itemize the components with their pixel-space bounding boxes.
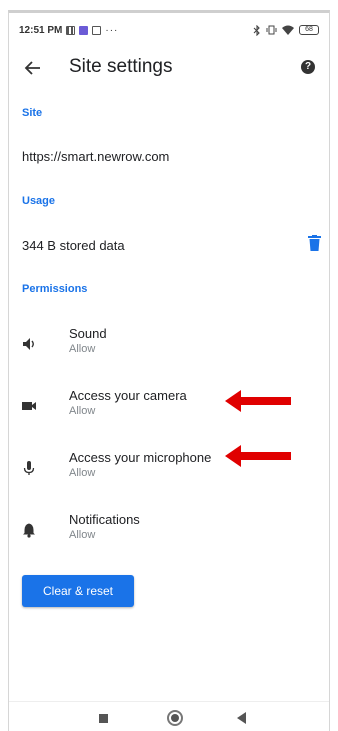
wifi-icon (282, 25, 294, 35)
clear-reset-button[interactable]: Clear & reset (22, 575, 134, 607)
microphone-icon (23, 461, 35, 475)
site-url: https://smart.newrow.com (22, 149, 170, 164)
status-right: 68 (253, 24, 319, 36)
permission-title: Sound (69, 326, 107, 341)
app-notification-icon-2 (92, 25, 102, 35)
red-arrow-annotation-camera (225, 390, 291, 412)
app-bar: Site settings ? (9, 53, 329, 83)
section-header-site: Site (22, 107, 43, 119)
more-notifications-dots: ··· (105, 24, 119, 36)
permission-title: Access your microphone (69, 450, 212, 465)
camera-icon (22, 402, 36, 410)
permission-status: Allow (69, 467, 96, 479)
speaker-icon (23, 338, 34, 350)
recent-apps-square-icon[interactable] (99, 714, 108, 723)
permission-title: Access your camera (69, 388, 187, 403)
phone-screen: 12:51 PM ··· 68 Site settings ? Site htt… (8, 10, 330, 731)
status-bar: 12:51 PM ··· 68 (19, 21, 319, 39)
section-header-permissions: Permissions (22, 283, 88, 295)
battery-icon: 68 (299, 25, 319, 35)
section-header-usage: Usage (22, 195, 56, 207)
permission-row-notifications[interactable]: Notifications Allow (9, 510, 329, 550)
bluetooth-icon (253, 24, 260, 36)
permission-title: Notifications (69, 512, 140, 527)
permission-status: Allow (69, 405, 96, 417)
status-time: 12:51 PM (19, 24, 63, 36)
status-left: 12:51 PM ··· (19, 25, 118, 36)
bell-icon (23, 523, 35, 538)
app-notification-icon (79, 25, 89, 35)
home-circle-icon[interactable] (167, 710, 183, 726)
trash-icon[interactable] (308, 235, 321, 251)
red-arrow-annotation-microphone (225, 445, 291, 467)
stored-data-text: 344 B stored data (22, 238, 125, 253)
page-title: Site settings (69, 56, 173, 77)
back-triangle-icon[interactable] (237, 712, 246, 724)
qr-icon (66, 25, 76, 35)
permission-status: Allow (69, 529, 96, 541)
permission-status: Allow (69, 343, 96, 355)
vibrate-icon (266, 25, 277, 35)
permission-row-sound[interactable]: Sound Allow (9, 324, 329, 364)
arrow-left-icon[interactable] (23, 58, 43, 78)
system-nav-bar (9, 701, 329, 731)
help-icon[interactable]: ? (301, 60, 315, 74)
